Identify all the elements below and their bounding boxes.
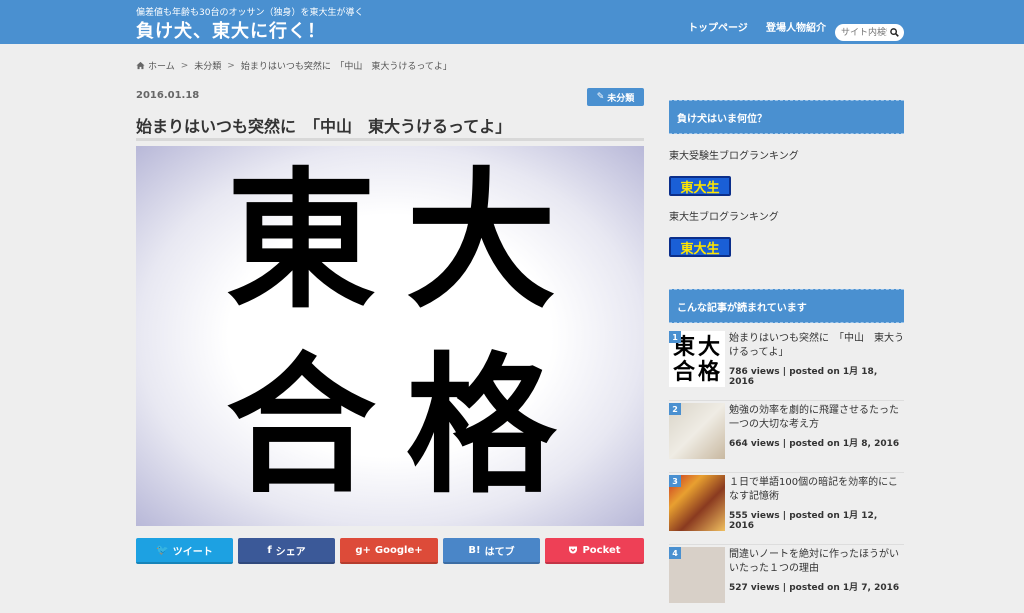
hero-image: 東 大 合 格 xyxy=(136,146,644,526)
post-thumbnail[interactable]: 2 xyxy=(669,403,725,459)
popular-post-title[interactable]: 勉強の効率を劇的に飛躍させるたった一つの大切な考え方 xyxy=(729,404,904,432)
category-badge-label: 未分類 xyxy=(607,93,635,104)
post-thumbnail[interactable]: 3 xyxy=(669,475,725,531)
post-thumbnail[interactable]: 1 東 大 合 格 xyxy=(669,331,725,387)
ranking-banner-link[interactable]: 東大生 xyxy=(669,176,731,196)
popular-post-title[interactable]: 間違いノートを絶対に作ったほうがいいたった１つの理由 xyxy=(729,548,904,576)
list-item[interactable]: 3 １日で単語100個の暗記を効率的にこなす記憶術 555 views | po… xyxy=(669,475,904,545)
popular-post-title[interactable]: 始まりはいつも突然に 「中山 東大うけるってよ」 xyxy=(729,332,904,360)
google-plus-icon: g+ xyxy=(355,544,371,556)
popular-post-meta: 555 views | posted on 1月 12, 2016 xyxy=(729,508,904,531)
share-facebook-button[interactable]: f シェア xyxy=(238,538,335,564)
share-pocket-label: Pocket xyxy=(582,544,621,556)
popular-post-meta: 527 views | posted on 1月 7, 2016 xyxy=(729,580,899,593)
hero-char: 合 xyxy=(226,338,377,514)
share-twitter-label: ツイート xyxy=(172,546,213,558)
breadcrumb: ホーム > 未分類 > 始まりはいつも突然に 「中山 東大うけるってよ」 xyxy=(136,59,452,72)
site-title-link[interactable]: 負け犬、東大に行く！ xyxy=(136,17,326,43)
search-box xyxy=(835,24,904,41)
rank-number: 2 xyxy=(669,403,681,415)
popular-widget-title: こんな記事が読まれています xyxy=(669,289,904,323)
search-input[interactable] xyxy=(841,26,887,39)
post-date: 2016.01.18 xyxy=(136,90,200,101)
pocket-icon xyxy=(569,546,578,554)
view-count: 664 views xyxy=(729,439,780,449)
thumbnail-char: 合 xyxy=(673,359,696,385)
ranking-widget-title: 負け犬はいま何位？ xyxy=(669,100,904,134)
thumbnail-char: 格 xyxy=(698,359,721,385)
breadcrumb-current: 始まりはいつも突然に 「中山 東大うけるってよ」 xyxy=(240,62,452,72)
breadcrumb-separator: > xyxy=(180,60,189,71)
view-count: 786 views xyxy=(729,367,780,377)
post-date: | posted on 1月 8, 2016 xyxy=(779,439,900,449)
post-date: | posted on 1月 7, 2016 xyxy=(779,583,900,593)
popular-post-title[interactable]: １日で単語100個の暗記を効率的にこなす記憶術 xyxy=(729,476,904,504)
share-google-button[interactable]: g+ Google+ xyxy=(340,538,438,564)
list-item[interactable]: 2 勉強の効率を劇的に飛躍させるたった一つの大切な考え方 664 views |… xyxy=(669,403,904,473)
nav-characters[interactable]: 登場人物紹介 xyxy=(766,19,826,34)
breadcrumb-home[interactable]: ホーム xyxy=(148,59,175,72)
twitter-icon: 🐦 xyxy=(156,544,169,556)
thumbnail-char: 大 xyxy=(698,334,721,360)
category-badge[interactable]: ✎ 未分類 xyxy=(587,88,644,106)
ranking-label: 東大受験生ブログランキング xyxy=(669,151,799,162)
ranking-banner-link[interactable]: 東大生 xyxy=(669,237,731,257)
view-count: 527 views xyxy=(729,583,780,593)
list-item[interactable]: 1 東 大 合 格 始まりはいつも突然に 「中山 東大うけるってよ」 786 v… xyxy=(669,331,904,401)
rank-number: 4 xyxy=(669,547,681,559)
hero-char: 格 xyxy=(406,338,557,514)
rank-number: 3 xyxy=(669,475,681,487)
hero-char: 大 xyxy=(406,153,557,329)
popular-post-meta: 786 views | posted on 1月 18, 2016 xyxy=(729,364,904,387)
hero-char: 東 xyxy=(226,153,377,329)
share-facebook-label: シェア xyxy=(275,546,306,558)
ranking-label: 東大生ブログランキング xyxy=(669,212,779,223)
title-divider xyxy=(136,138,644,141)
share-hatena-button[interactable]: B! はてブ xyxy=(443,538,540,564)
breadcrumb-category[interactable]: 未分類 xyxy=(194,59,221,72)
list-item[interactable]: 4 間違いノートを絶対に作ったほうがいいたった１つの理由 527 views |… xyxy=(669,547,904,613)
post-thumbnail[interactable]: 4 xyxy=(669,547,725,603)
site-header: 偏差値も年齢も30台のオッサン（独身）を東大生が導く 負け犬、東大に行く！ トッ… xyxy=(0,0,1024,44)
rank-number: 1 xyxy=(669,331,681,343)
hatena-icon: B! xyxy=(468,544,481,556)
facebook-icon: f xyxy=(267,544,272,556)
post-title: 始まりはいつも突然に 「中山 東大うけるってよ」 xyxy=(136,117,512,136)
search-icon[interactable] xyxy=(890,28,899,37)
share-twitter-button[interactable]: 🐦 ツイート xyxy=(136,538,233,564)
breadcrumb-separator: > xyxy=(227,60,235,71)
home-icon xyxy=(136,61,145,70)
popular-post-meta: 664 views | posted on 1月 8, 2016 xyxy=(729,436,899,449)
pin-icon: ✎ xyxy=(596,92,605,102)
share-hatena-label: はてブ xyxy=(484,546,515,558)
share-pocket-button[interactable]: Pocket xyxy=(545,538,644,564)
share-google-label: Google+ xyxy=(374,544,423,556)
view-count: 555 views xyxy=(729,511,780,521)
nav-top-page[interactable]: トップページ xyxy=(688,19,748,34)
